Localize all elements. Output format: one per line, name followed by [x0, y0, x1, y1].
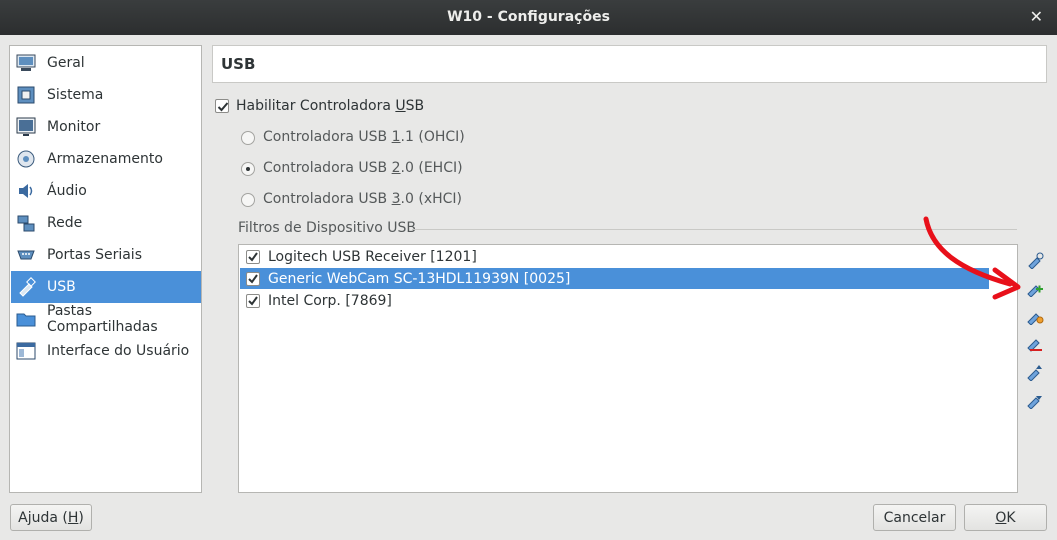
- ok-button[interactable]: OK: [964, 504, 1047, 531]
- move-filter-down-button[interactable]: [1024, 389, 1046, 411]
- filter-label: Generic WebCam SC-13HDL11939N [0025]: [268, 270, 571, 287]
- sidebar-item-label: Geral: [47, 55, 85, 71]
- sidebar-item-geral[interactable]: Geral: [11, 47, 201, 79]
- title-bar: W10 - Configurações ✕: [0, 0, 1057, 35]
- edit-filter-icon: [1027, 313, 1044, 325]
- sidebar-item-label: Rede: [47, 215, 83, 231]
- sidebar-item-monitor[interactable]: Monitor: [11, 111, 201, 143]
- sidebar-item-label: Pastas Compartilhadas: [47, 303, 158, 335]
- filter-checkbox[interactable]: [246, 271, 260, 286]
- network-icon: [16, 213, 36, 233]
- filter-row[interactable]: Logitech USB Receiver [1201]: [240, 246, 989, 267]
- cancel-button[interactable]: Cancelar: [873, 504, 956, 531]
- enable-usb-checkbox[interactable]: [215, 99, 229, 113]
- filter-label: Logitech USB Receiver [1201]: [268, 248, 477, 265]
- sidebar-item-rede[interactable]: Rede: [11, 207, 201, 239]
- sidebar-item-pastas-compartilhadas[interactable]: Pastas Compartilhadas: [11, 303, 201, 335]
- remove-filter-icon: [1027, 339, 1042, 352]
- add-filter-from-device-icon: [1027, 285, 1043, 297]
- usb-icon: [16, 277, 36, 297]
- sidebar-item-label: Sistema: [47, 87, 104, 103]
- add-filter-from-device-button[interactable]: [1024, 277, 1046, 299]
- move-filter-down-icon: [1027, 396, 1042, 409]
- sidebar-item-label: Monitor: [47, 119, 101, 135]
- page-title: USB: [221, 55, 256, 73]
- usb-3-0-label[interactable]: Controladora USB 3.0 (xHCI): [263, 191, 462, 207]
- group-divider: [412, 229, 1017, 230]
- filter-row[interactable]: Generic WebCam SC-13HDL11939N [0025]: [240, 268, 989, 289]
- sidebar-item-armazenamento[interactable]: Armazenamento: [11, 143, 201, 175]
- filter-label: Intel Corp. [7869]: [268, 292, 392, 309]
- usb-filters-list[interactable]: Logitech USB Receiver [1201] Generic Web…: [238, 244, 1018, 493]
- usb-1-1-label[interactable]: Controladora USB 1.1 (OHCI): [263, 129, 465, 145]
- serial-port-icon: [16, 245, 36, 265]
- display-icon: [16, 117, 36, 137]
- sidebar-item-usb[interactable]: USB: [11, 271, 201, 303]
- sidebar-item-label: Áudio: [47, 183, 87, 199]
- sidebar-item-label: Interface do Usuário: [47, 343, 190, 359]
- window-title: W10 - Configurações: [447, 9, 610, 25]
- remove-filter-button[interactable]: [1024, 333, 1046, 355]
- monitor-general-icon: [16, 53, 36, 73]
- settings-sidebar: Geral Sistema Monitor Armazenamento Áudi…: [9, 45, 202, 493]
- usb-2-0-radio[interactable]: [241, 162, 255, 176]
- sidebar-item-label: USB: [47, 279, 76, 295]
- sidebar-item-audio[interactable]: Áudio: [11, 175, 201, 207]
- checkmark-icon: [248, 273, 258, 284]
- usb-1-1-radio[interactable]: [241, 131, 255, 145]
- move-filter-up-icon: [1027, 365, 1042, 381]
- folder-icon: [16, 309, 36, 329]
- checkmark-icon: [248, 251, 258, 262]
- usb-2-0-label[interactable]: Controladora USB 2.0 (EHCI): [263, 160, 463, 176]
- close-icon[interactable]: ✕: [1030, 7, 1043, 26]
- filters-group-label: Filtros de Dispositivo USB: [238, 220, 417, 236]
- window-icon: [16, 341, 36, 361]
- edit-filter-button[interactable]: [1024, 305, 1046, 327]
- help-button[interactable]: Ajuda (H): [10, 504, 92, 531]
- chip-icon: [16, 85, 36, 105]
- sidebar-item-label: Armazenamento: [47, 151, 163, 167]
- sidebar-item-interface-do-usuario[interactable]: Interface do Usuário: [11, 335, 201, 367]
- move-filter-up-button[interactable]: [1024, 361, 1046, 383]
- disk-icon: [16, 149, 36, 169]
- page-header: USB: [212, 45, 1047, 83]
- add-empty-filter-button[interactable]: [1024, 249, 1046, 271]
- checkmark-icon: [217, 102, 229, 112]
- enable-usb-label[interactable]: Habilitar Controladora USB: [236, 98, 424, 114]
- filter-checkbox[interactable]: [246, 249, 260, 264]
- filter-checkbox[interactable]: [246, 293, 260, 308]
- sidebar-item-sistema[interactable]: Sistema: [11, 79, 201, 111]
- speaker-icon: [16, 181, 36, 201]
- add-empty-filter-icon: [1028, 252, 1044, 269]
- usb-3-0-radio[interactable]: [241, 193, 255, 207]
- sidebar-item-portas-seriais[interactable]: Portas Seriais: [11, 239, 201, 271]
- filter-row[interactable]: Intel Corp. [7869]: [240, 290, 989, 311]
- sidebar-item-label: Portas Seriais: [47, 247, 142, 263]
- checkmark-icon: [248, 295, 258, 306]
